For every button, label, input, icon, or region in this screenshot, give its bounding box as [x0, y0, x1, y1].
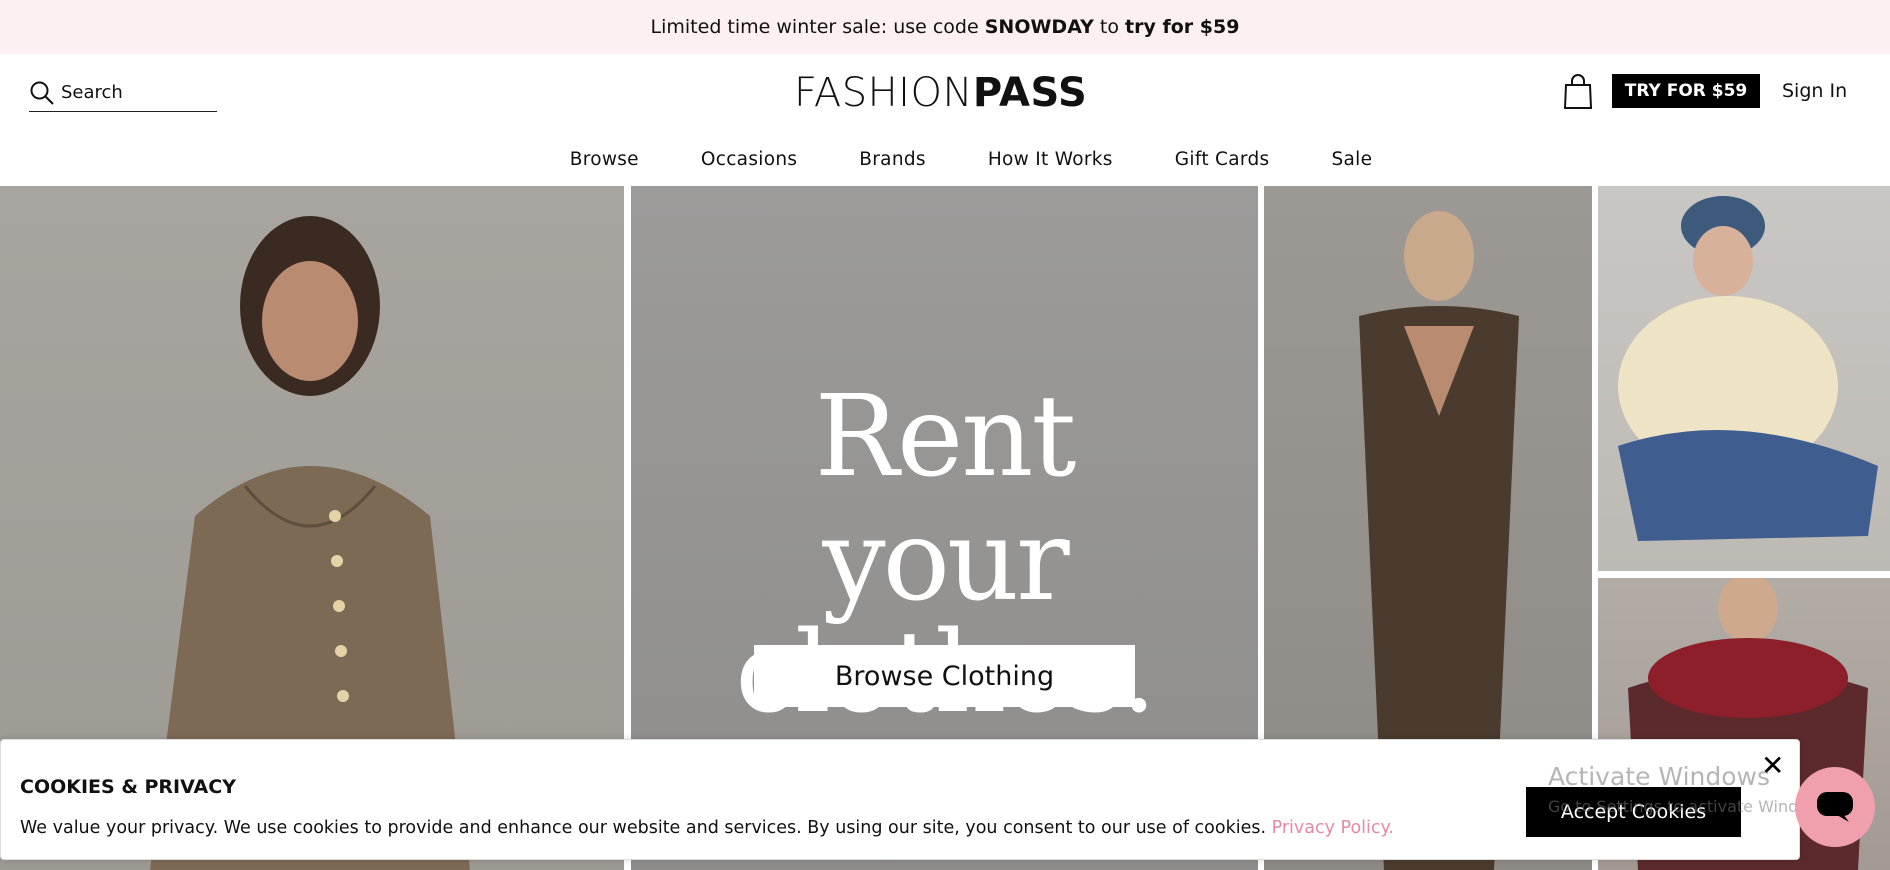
nav-gift-cards[interactable]: Gift Cards — [1175, 149, 1270, 170]
chat-bubble-icon — [1817, 792, 1853, 822]
nav-sale[interactable]: Sale — [1331, 149, 1372, 170]
nav-browse[interactable]: Browse — [570, 149, 639, 170]
cookie-banner: COOKIES & PRIVACY We value your privacy.… — [0, 739, 1800, 860]
promo-offer: try for $59 — [1125, 16, 1240, 38]
hero-title-line1: Rent — [814, 372, 1077, 502]
main-nav: Browse Occasions Brands How It Works Gif… — [0, 132, 1890, 186]
nav-occasions[interactable]: Occasions — [701, 149, 797, 170]
search-box[interactable] — [29, 74, 217, 112]
logo-light-text: FASHION — [794, 70, 973, 116]
privacy-policy-link[interactable]: Privacy Policy. — [1272, 818, 1394, 838]
windows-activation-watermark: Activate Windows — [1548, 762, 1770, 791]
windows-activation-subtext: Go to Settings to activate Windows. — [1548, 797, 1835, 816]
search-input[interactable] — [61, 82, 211, 103]
try-for-59-button[interactable]: TRY FOR $59 — [1612, 74, 1760, 108]
hero-image-model-fur-coat[interactable] — [1598, 186, 1890, 571]
shopping-bag-icon[interactable] — [1563, 74, 1593, 110]
cookie-title: COOKIES & PRIVACY — [20, 776, 236, 798]
search-icon[interactable] — [29, 80, 55, 106]
cookie-body: We value your privacy. We use cookies to… — [20, 818, 1272, 838]
browse-clothing-button[interactable]: Browse Clothing — [754, 645, 1135, 707]
promo-code: SNOWDAY — [984, 16, 1094, 38]
chat-button[interactable] — [1795, 767, 1875, 847]
fashionpass-logo[interactable]: FASHIONPASS — [794, 70, 1087, 116]
promo-middle: to — [1099, 16, 1119, 38]
nav-brands[interactable]: Brands — [859, 149, 926, 170]
promo-banner: Limited time winter sale: use code SNOWD… — [0, 0, 1890, 54]
sign-in-link[interactable]: Sign In — [1782, 80, 1847, 102]
site-header: FASHIONPASS TRY FOR $59 Sign In — [0, 54, 1890, 132]
promo-prefix: Limited time winter sale: use code — [650, 16, 979, 38]
logo-bold-text: PASS — [972, 70, 1088, 116]
cookie-text: We value your privacy. We use cookies to… — [20, 818, 1394, 838]
nav-how-it-works[interactable]: How It Works — [988, 149, 1113, 170]
